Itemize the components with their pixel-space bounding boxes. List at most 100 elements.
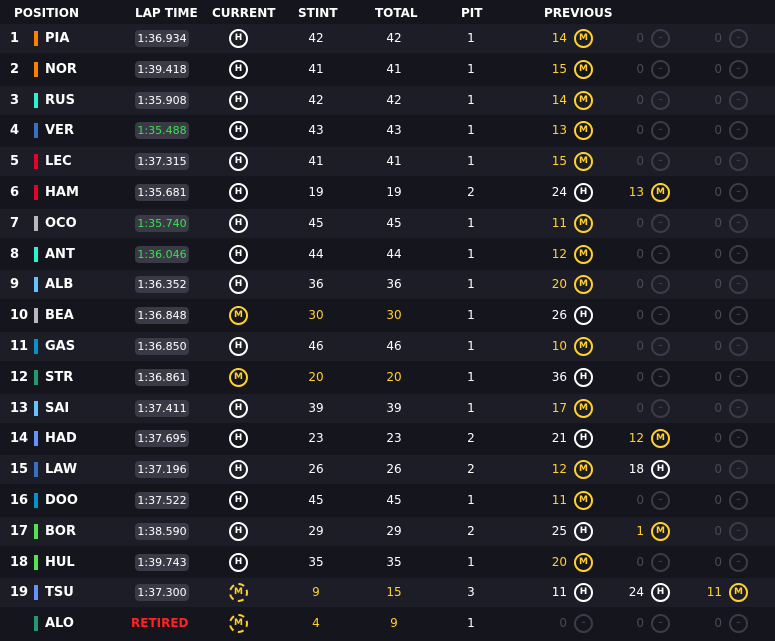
- table-row[interactable]: 9 ALB 1:36.352 H 36 36 1 20 M 0–0–: [0, 270, 775, 300]
- position-number: 9: [10, 277, 20, 293]
- table-row[interactable]: ALO RETIRED M 4 9 1 0–0–0–: [0, 609, 775, 639]
- team-color-bar: [34, 246, 38, 262]
- team-color-bar: [34, 154, 38, 170]
- table-row[interactable]: 12 STR 1:36.861 M 20 20 1 36 H 0–0–: [0, 362, 775, 392]
- table-row[interactable]: 3 RUS 1:35.908 H 42 42 1 14 M 0–0–: [0, 85, 775, 115]
- stint-laps: 41: [308, 61, 324, 76]
- current-tyre-icon: H: [229, 275, 248, 295]
- previous-tyre-icon: –: [651, 275, 670, 295]
- previous-stint-laps: 0: [714, 215, 722, 230]
- table-row[interactable]: 2 NOR 1:39.418 H 41 41 1 15 M 0–0–: [0, 54, 775, 84]
- lap-time-badge: 1:37.695: [135, 430, 189, 448]
- previous-tyre-icon: H: [574, 367, 593, 387]
- previous-tyre-icon: –: [729, 90, 748, 110]
- previous-stint-laps: 0: [636, 554, 644, 569]
- table-row[interactable]: 19 TSU 1:37.300 M 9 15 3 11 H 24 H 11 M: [0, 578, 775, 608]
- previous-stint-laps: 0: [636, 123, 644, 138]
- total-laps: 42: [386, 31, 402, 45]
- previous-stint-laps: 0: [636, 31, 644, 45]
- total-laps: 41: [386, 154, 402, 169]
- table-row[interactable]: 16 DOO 1:37.522 H 45 45 1 11 M 0–0–: [0, 486, 775, 515]
- position-number: 1: [10, 31, 20, 46]
- current-tyre-icon: H: [229, 29, 248, 48]
- table-row[interactable]: 8 ANT 1:36.046 H 44 44 1 12 M 0–0–: [0, 239, 775, 269]
- previous-tyre-icon: M: [574, 244, 593, 264]
- total-laps: 36: [386, 277, 402, 292]
- current-tyre-icon: H: [229, 183, 248, 202]
- previous-tyre-icon: –: [651, 552, 670, 572]
- pit-count: 1: [467, 339, 475, 353]
- previous-stint-laps: 0: [714, 339, 722, 353]
- stint-laps: 42: [308, 92, 324, 107]
- table-row[interactable]: 14 HAD 1:37.695 H 23 23 2 21 H 12 M 0–: [0, 424, 775, 454]
- table-row[interactable]: 15 LAW 1:37.196 H 26 26 2 12 M 18 H 0–: [0, 455, 775, 485]
- pit-count: 1: [467, 369, 475, 384]
- pit-count: 1: [467, 246, 475, 261]
- previous-stint-laps: 36: [551, 369, 567, 384]
- previous-tyre-icon: –: [651, 121, 670, 141]
- lap-time-badge: 1:37.300: [135, 584, 189, 602]
- team-color-bar: [34, 185, 38, 200]
- driver-code: RUS: [45, 92, 75, 108]
- previous-tyre-icon: M: [729, 583, 748, 603]
- previous-stint-laps: 0: [636, 400, 644, 415]
- previous-stint-laps: 24: [628, 585, 644, 600]
- table-row[interactable]: 13 SAI 1:37.411 H 39 39 1 17 M 0–0–: [0, 393, 775, 423]
- table-row[interactable]: 10 BEA 1:36.848 M 30 30 1 26 H 0–0–: [0, 301, 775, 331]
- lap-time-badge: 1:36.352: [135, 276, 189, 294]
- driver-code: HAM: [45, 185, 79, 200]
- previous-stint-laps: 0: [559, 616, 567, 631]
- lap-time-badge: 1:39.418: [135, 60, 189, 78]
- pit-count: 1: [467, 31, 475, 45]
- previous-tyre-icon: –: [729, 552, 748, 572]
- previous-stint-laps: 10: [551, 339, 567, 353]
- driver-code: LAW: [45, 462, 78, 478]
- stint-laps: 44: [308, 246, 324, 261]
- previous-stint-laps: 1: [636, 523, 644, 538]
- previous-tyre-icon: –: [651, 491, 670, 510]
- total-laps: 45: [386, 493, 402, 507]
- previous-tyre-icon: –: [729, 491, 748, 510]
- total-laps: 44: [386, 246, 402, 261]
- table-row[interactable]: 1 PIA 1:36.934 H 42 42 1 14 M 0–0–: [0, 24, 775, 53]
- table-row[interactable]: 17 BOR 1:38.590 H 29 29 2 25 H 1 M 0–: [0, 516, 775, 546]
- previous-tyre-icon: M: [574, 491, 593, 510]
- previous-stint-laps: 0: [714, 308, 722, 323]
- previous-stint-laps: 21: [551, 431, 567, 446]
- stint-laps: 35: [308, 554, 324, 569]
- team-color-bar: [34, 308, 38, 324]
- pit-count: 1: [467, 493, 475, 507]
- table-row[interactable]: 7 OCO 1:35.740 H 45 45 1 11 M 0–0–: [0, 208, 775, 238]
- current-tyre-icon: M: [229, 367, 248, 387]
- current-tyre-icon: H: [229, 213, 248, 233]
- lap-time-badge: 1:37.411: [135, 399, 189, 417]
- previous-stint-laps: 15: [551, 154, 567, 169]
- previous-tyre-icon: –: [651, 367, 670, 387]
- stint-laps: 45: [308, 215, 324, 230]
- table-row[interactable]: 6 HAM 1:35.681 H 19 19 2 24 H 13 M 0–: [0, 178, 775, 207]
- pit-count: 1: [467, 400, 475, 415]
- driver-code: DOO: [45, 493, 78, 508]
- pit-count: 2: [467, 431, 475, 446]
- position-number: 13: [10, 400, 29, 416]
- stint-laps: 9: [312, 585, 320, 600]
- stint-laps: 26: [308, 462, 324, 477]
- previous-tyre-icon: –: [651, 614, 670, 634]
- table-row[interactable]: 5 LEC 1:37.315 H 41 41 1 15 M 0–0–: [0, 147, 775, 177]
- team-color-bar: [34, 31, 38, 46]
- previous-stint-laps: 0: [636, 92, 644, 107]
- previous-tyre-icon: –: [729, 398, 748, 418]
- previous-tyre-icon: M: [574, 90, 593, 110]
- stint-laps: 43: [308, 123, 324, 138]
- current-tyre-icon: H: [229, 152, 248, 172]
- previous-tyre-icon: –: [729, 429, 748, 449]
- table-row[interactable]: 18 HUL 1:39.743 H 35 35 1 20 M 0–0–: [0, 547, 775, 577]
- previous-stint-laps: 0: [714, 185, 722, 199]
- stint-laps: 45: [308, 493, 324, 507]
- table-row[interactable]: 4 VER 1:35.488 H 43 43 1 13 M 0–0–: [0, 116, 775, 146]
- lap-time-badge: 1:36.046: [135, 245, 189, 263]
- table-row[interactable]: 11 GAS 1:36.850 H 46 46 1 10 M 0–0–: [0, 332, 775, 361]
- retired-label: RETIRED: [131, 616, 189, 631]
- previous-stint-laps: 0: [714, 400, 722, 415]
- previous-tyre-icon: M: [574, 59, 593, 79]
